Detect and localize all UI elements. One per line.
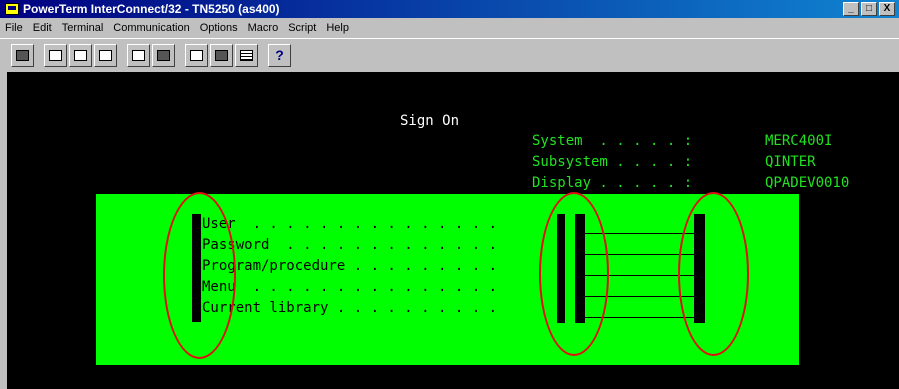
field-label-password: Password . . . . . . . . . . . . . (202, 237, 498, 253)
info-value-system: MERC400I (765, 133, 833, 149)
help-icon: ? (275, 47, 284, 63)
menu-communication[interactable]: Communication (108, 22, 194, 34)
window-title: PowerTerm InterConnect/32 - TN5250 (as40… (23, 2, 280, 16)
window-controls: _ □ X (843, 2, 895, 16)
copy-icon (74, 50, 87, 61)
menu-file[interactable]: File (0, 22, 28, 34)
field-label-library: Current library . . . . . . . . . . (202, 300, 498, 316)
info-value-subsystem: QINTER (765, 154, 816, 170)
screen-heading: Sign On (400, 113, 460, 129)
session-icon (190, 50, 203, 61)
print-button[interactable] (127, 44, 150, 67)
help-button[interactable]: ? (268, 44, 291, 67)
field-label-program: Program/procedure . . . . . . . . . (202, 258, 498, 274)
paste-icon (99, 50, 112, 61)
print-screen-button[interactable] (11, 44, 34, 67)
connect-icon (49, 50, 62, 61)
paste-button[interactable] (94, 44, 117, 67)
info-label-system: System . . . . . : (532, 133, 693, 149)
grid-icon (240, 50, 253, 61)
close-button[interactable]: X (879, 2, 895, 16)
annotation-ellipse-right (678, 192, 749, 356)
info-label-subsystem: Subsystem . . . . : (532, 154, 693, 170)
menu-macro[interactable]: Macro (243, 22, 284, 34)
info-value-display: QPADEV0010 (765, 175, 850, 191)
keyboard-button[interactable] (210, 44, 233, 67)
connect-button[interactable] (44, 44, 67, 67)
menu-bar: File Edit Terminal Communication Options… (0, 18, 899, 38)
menu-edit[interactable]: Edit (28, 22, 57, 34)
menu-help[interactable]: Help (321, 22, 354, 34)
annotation-ellipse-middle (539, 192, 609, 356)
print-icon (132, 50, 145, 61)
title-bar: PowerTerm InterConnect/32 - TN5250 (as40… (0, 0, 899, 18)
copy-button[interactable] (69, 44, 92, 67)
annotation-ellipse-left (163, 192, 236, 359)
menu-script[interactable]: Script (283, 22, 321, 34)
field-label-user: User . . . . . . . . . . . . . . . (202, 216, 498, 232)
toolbar: ? (0, 38, 899, 72)
capture-icon (157, 50, 170, 61)
keyboard-icon (215, 50, 228, 61)
session-button[interactable] (185, 44, 208, 67)
restore-button[interactable]: □ (861, 2, 877, 16)
info-label-display: Display . . . . . : (532, 175, 693, 191)
grid-button[interactable] (235, 44, 258, 67)
capture-button[interactable] (152, 44, 175, 67)
field-label-menu: Menu . . . . . . . . . . . . . . . (202, 279, 498, 295)
menu-options[interactable]: Options (195, 22, 243, 34)
app-icon (5, 3, 19, 15)
minimize-button[interactable]: _ (843, 2, 859, 16)
print-screen-icon (16, 50, 29, 61)
menu-terminal[interactable]: Terminal (57, 22, 109, 34)
terminal-screen[interactable]: Sign On System . . . . . : MERC400I Subs… (7, 72, 899, 389)
